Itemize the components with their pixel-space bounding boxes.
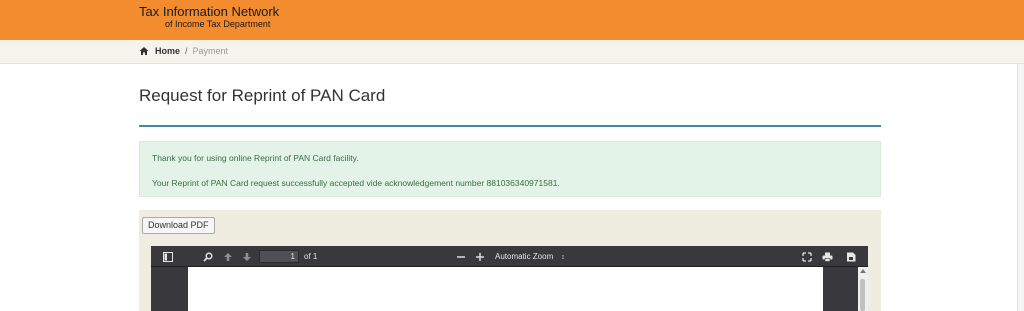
success-alert: Thank you for using online Reprint of PA… — [139, 141, 881, 197]
pdf-panel: Download PDF 1 of 1 Automatic Zoom ↕ — [139, 210, 881, 311]
pdf-left-gutter — [151, 267, 188, 311]
page-number-input[interactable]: 1 — [259, 250, 299, 263]
zoom-out-icon[interactable] — [455, 251, 466, 262]
zoom-caret-icon: ↕ — [561, 254, 565, 261]
breadcrumb-separator: / — [185, 46, 188, 56]
home-icon[interactable] — [139, 46, 149, 56]
print-icon[interactable] — [822, 251, 833, 262]
pdf-scrollbar[interactable] — [858, 267, 868, 311]
page-title: Request for Reprint of PAN Card — [139, 86, 386, 105]
download-pdf-button[interactable]: Download PDF — [142, 217, 215, 234]
breadcrumb-current: Payment — [192, 46, 229, 56]
zoom-in-icon[interactable] — [474, 251, 485, 262]
page-total-label: of 1 — [304, 252, 318, 261]
alert-acknowledgement-text: Your Reprint of PAN Card request success… — [152, 178, 560, 188]
breadcrumb-home-link[interactable]: Home — [155, 45, 180, 57]
sidebar-toggle-icon[interactable] — [162, 251, 173, 262]
brand-logo-text[interactable]: Tax Information Network of Income Tax De… — [139, 4, 279, 30]
pdf-toolbar: 1 of 1 Automatic Zoom ↕ — [151, 246, 868, 267]
arrow-down-icon[interactable] — [241, 251, 252, 262]
pdf-viewer: 1 of 1 Automatic Zoom ↕ — [151, 246, 868, 311]
breadcrumb-bar: Home / Payment — [0, 40, 1024, 64]
presentation-mode-icon[interactable] — [801, 251, 812, 262]
save-icon[interactable] — [845, 251, 856, 262]
zoom-select-label: Automatic Zoom — [495, 252, 554, 261]
title-divider — [139, 125, 881, 127]
page-scrollbar[interactable] — [1017, 64, 1024, 311]
zoom-select[interactable]: Automatic Zoom ↕ — [495, 251, 565, 263]
alert-thank-you-text: Thank you for using online Reprint of PA… — [152, 153, 359, 163]
search-icon[interactable] — [202, 251, 213, 262]
arrow-up-icon[interactable] — [222, 251, 233, 262]
pdf-page-canvas — [188, 267, 823, 311]
breadcrumb: Home / Payment — [139, 45, 228, 57]
brand-title: Tax Information Network — [139, 4, 280, 19]
pdf-scrollbar-thumb[interactable] — [860, 279, 865, 311]
brand-subtitle: of Income Tax Department — [165, 19, 271, 29]
site-header: Tax Information Network of Income Tax De… — [0, 0, 1024, 40]
scroll-up-icon[interactable] — [860, 269, 866, 273]
